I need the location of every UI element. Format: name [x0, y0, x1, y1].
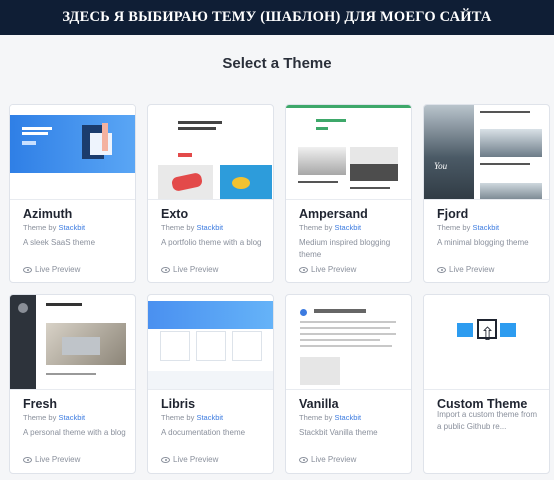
page-title: Select a Theme — [222, 55, 332, 72]
theme-description: Stackbit Vanilla theme — [299, 428, 378, 437]
live-preview-link[interactable]: Live Preview — [299, 455, 356, 464]
eye-icon — [161, 266, 170, 273]
theme-name: Vanilla — [299, 397, 339, 411]
theme-thumbnail: ⇧ — [424, 295, 549, 390]
live-preview-link[interactable]: Live Preview — [23, 455, 80, 464]
banner-text: ЗДЕСЬ Я ВЫБИРАЮ ТЕМУ (ШАБЛОН) ДЛЯ МОЕГО … — [62, 9, 492, 25]
theme-description: Medium inspired blogging theme — [299, 238, 391, 259]
eye-icon — [299, 266, 308, 273]
author-link[interactable]: Stackbit — [196, 413, 223, 422]
theme-description: A portfolio theme with a blog — [161, 238, 262, 247]
theme-name: Fresh — [23, 397, 58, 411]
author-link[interactable]: Stackbit — [472, 223, 499, 232]
theme-name: Fjord — [437, 207, 469, 221]
live-preview-link[interactable]: Live Preview — [299, 265, 356, 274]
eye-icon — [23, 456, 32, 463]
author-link[interactable]: Stackbit — [58, 223, 85, 232]
theme-card-ampersand[interactable]: Ampersand Theme by Stackbit Medium inspi… — [285, 104, 412, 283]
theme-card-vanilla[interactable]: Vanilla Theme by Stackbit Stackbit Vanil… — [285, 294, 412, 474]
eye-icon — [161, 456, 170, 463]
theme-author: Theme by Stackbit — [161, 413, 224, 422]
theme-name: Libris — [161, 397, 196, 411]
theme-description: A personal theme with a blog — [23, 428, 126, 437]
theme-name: Ampersand — [299, 207, 368, 221]
live-preview-link[interactable]: Live Preview — [437, 265, 494, 274]
author-link[interactable]: Stackbit — [58, 413, 85, 422]
theme-thumbnail — [10, 105, 135, 200]
theme-thumbnail — [10, 295, 135, 390]
theme-card-exto[interactable]: Exto Theme by Stackbit A portfolio theme… — [147, 104, 274, 283]
theme-card-fjord[interactable]: You Fjord Theme by Stackbit A minimal bl… — [423, 104, 550, 283]
theme-author: Theme by Stackbit — [299, 223, 362, 232]
theme-description: Import a custom theme from a public Gith… — [437, 410, 538, 431]
theme-thumbnail — [286, 105, 411, 200]
author-link[interactable]: Stackbit — [334, 413, 361, 422]
theme-description: A documentation theme — [161, 428, 246, 437]
theme-author: Theme by Stackbit — [23, 413, 86, 422]
eye-icon — [437, 266, 446, 273]
live-preview-link[interactable]: Live Preview — [23, 265, 80, 274]
theme-description: A minimal blogging theme — [437, 238, 529, 247]
theme-card-azimuth[interactable]: Azimuth Theme by Stackbit A sleek SaaS t… — [9, 104, 136, 283]
eye-icon — [23, 266, 32, 273]
theme-card-libris[interactable]: Libris Theme by Stackbit A documentation… — [147, 294, 274, 474]
theme-thumbnail — [286, 295, 411, 390]
theme-card-fresh[interactable]: Fresh Theme by Stackbit A personal theme… — [9, 294, 136, 474]
theme-description: A sleek SaaS theme — [23, 238, 96, 247]
live-preview-link[interactable]: Live Preview — [161, 455, 218, 464]
theme-author: Theme by Stackbit — [23, 223, 86, 232]
theme-author: Theme by Stackbit — [161, 223, 224, 232]
theme-name: Azimuth — [23, 207, 73, 221]
theme-thumbnail: You — [424, 105, 549, 200]
cursor-icon: ⇧ — [480, 324, 496, 344]
banner: ЗДЕСЬ Я ВЫБИРАЮ ТЕМУ (ШАБЛОН) ДЛЯ МОЕГО … — [0, 0, 554, 35]
live-preview-link[interactable]: Live Preview — [161, 265, 218, 274]
author-link[interactable]: Stackbit — [334, 223, 361, 232]
theme-thumbnail — [148, 295, 273, 390]
theme-author: Theme by Stackbit — [299, 413, 362, 422]
eye-icon — [299, 456, 308, 463]
theme-card-custom[interactable]: ⇧ Custom Theme Import a custom theme fro… — [423, 294, 550, 474]
theme-thumbnail — [148, 105, 273, 200]
theme-name: Exto — [161, 207, 189, 221]
theme-author: Theme by Stackbit — [437, 223, 500, 232]
author-link[interactable]: Stackbit — [196, 223, 223, 232]
